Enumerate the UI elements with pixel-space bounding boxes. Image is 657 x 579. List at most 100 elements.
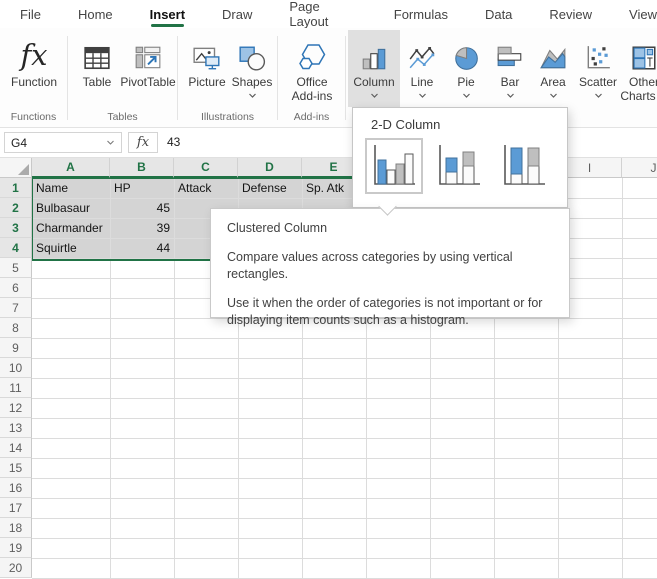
table-button[interactable]: Table <box>74 30 120 89</box>
gridline <box>32 418 657 419</box>
column-header-J[interactable]: J <box>622 158 657 178</box>
clustered-column-tooltip: Clustered Column Compare values across c… <box>210 208 570 327</box>
pie-chart-icon <box>452 30 480 72</box>
chevron-down-icon <box>594 93 602 98</box>
gridline <box>32 398 657 399</box>
table-icon <box>83 30 111 72</box>
line-chart-icon <box>408 30 436 72</box>
column-header-A[interactable]: A <box>32 158 110 178</box>
column-header-B[interactable]: B <box>110 158 174 178</box>
row-header-7[interactable]: 7 <box>0 298 32 318</box>
tooltip-line1: Compare values across categories by usin… <box>227 250 513 281</box>
ribbon-tab-bar: File Home Insert Draw Page Layout Formul… <box>0 0 657 29</box>
tab-page-layout[interactable]: Page Layout <box>289 0 356 29</box>
chevron-down-icon <box>462 93 470 98</box>
pivottable-icon <box>134 30 162 72</box>
scatter-chart-icon <box>584 30 612 72</box>
gridline <box>32 478 657 479</box>
tooltip-title: Clustered Column <box>227 221 328 235</box>
area-chart-icon <box>539 30 567 72</box>
name-box[interactable]: G4 <box>4 132 122 153</box>
row-header-20[interactable]: 20 <box>0 558 32 578</box>
group-label-addins: Add-ins <box>293 111 330 123</box>
row-header-4[interactable]: 4 <box>0 238 32 258</box>
row-header-15[interactable]: 15 <box>0 458 32 478</box>
row-header-1[interactable]: 1 <box>0 178 32 198</box>
office-addins-button[interactable]: Office Add-ins <box>282 30 342 103</box>
stacked-column-option[interactable] <box>430 138 488 194</box>
row-header-2[interactable]: 2 <box>0 198 32 218</box>
row-header-18[interactable]: 18 <box>0 518 32 538</box>
tab-view[interactable]: View <box>629 0 657 28</box>
gridline <box>32 498 657 499</box>
ribbon-group-addins: Office Add-ins Add-ins <box>278 28 345 127</box>
chevron-down-icon <box>549 93 557 98</box>
other-charts-icon <box>630 30 657 72</box>
row-header-10[interactable]: 10 <box>0 358 32 378</box>
shapes-icon <box>238 30 266 72</box>
dropdown-section-title: 2-D Column <box>371 117 441 132</box>
tab-file[interactable]: File <box>20 0 41 28</box>
stacked-100-column-icon <box>504 145 545 185</box>
scatter-chart-button[interactable]: Scatter <box>574 30 622 99</box>
chevron-down-icon <box>506 93 514 98</box>
group-label-tables: Tables <box>107 111 138 123</box>
excel-window: File Home Insert Draw Page Layout Formul… <box>0 0 657 579</box>
gridline <box>32 438 657 439</box>
bar-chart-button[interactable]: Bar <box>488 30 532 99</box>
row-header-19[interactable]: 19 <box>0 538 32 558</box>
tab-formulas[interactable]: Formulas <box>394 0 448 28</box>
area-chart-button[interactable]: Area <box>532 30 574 99</box>
function-button[interactable]: fx Function <box>8 30 60 89</box>
chevron-down-icon <box>418 93 426 98</box>
formula-input[interactable]: 43 <box>167 132 180 153</box>
bar-chart-icon <box>496 30 524 72</box>
other-charts-button[interactable]: Other Charts <box>620 30 657 103</box>
ribbon-group-tables: Table PivotTable Tables <box>68 28 177 127</box>
row-header-16[interactable]: 16 <box>0 478 32 498</box>
row-header-5[interactable]: 5 <box>0 258 32 278</box>
row-header-6[interactable]: 6 <box>0 278 32 298</box>
picture-button[interactable]: Picture <box>184 30 230 89</box>
ribbon-group-functions: fx Function Functions <box>0 28 67 127</box>
row-header-13[interactable]: 13 <box>0 418 32 438</box>
gridline <box>32 338 657 339</box>
chevron-down-icon <box>248 93 256 98</box>
group-label-illustrations: Illustrations <box>200 111 255 123</box>
picture-icon <box>192 30 222 72</box>
pivottable-button[interactable]: PivotTable <box>120 30 176 89</box>
row-header-14[interactable]: 14 <box>0 438 32 458</box>
gridline <box>32 518 657 519</box>
column-header-C[interactable]: C <box>174 158 238 178</box>
tab-draw[interactable]: Draw <box>222 0 252 28</box>
clustered-column-option[interactable] <box>365 138 423 194</box>
row-header-8[interactable]: 8 <box>0 318 32 338</box>
chevron-down-icon <box>107 140 114 145</box>
tab-data[interactable]: Data <box>485 0 512 28</box>
tab-review[interactable]: Review <box>549 0 592 28</box>
select-all-button[interactable] <box>0 158 32 178</box>
select-all-triangle-icon <box>18 164 29 175</box>
column-header-D[interactable]: D <box>238 158 302 178</box>
gridline <box>32 378 657 379</box>
tab-home[interactable]: Home <box>78 0 113 28</box>
gridline <box>32 458 657 459</box>
row-header-17[interactable]: 17 <box>0 498 32 518</box>
line-chart-button[interactable]: Line <box>400 30 444 99</box>
stacked-column-icon <box>439 145 480 185</box>
gridline <box>32 538 657 539</box>
tooltip-line2: Use it when the order of categories is n… <box>227 296 543 327</box>
pie-chart-button[interactable]: Pie <box>444 30 488 99</box>
stacked-100-column-option[interactable] <box>495 138 553 194</box>
row-header-11[interactable]: 11 <box>0 378 32 398</box>
tab-insert[interactable]: Insert <box>150 0 185 28</box>
shapes-button[interactable]: Shapes <box>230 30 274 99</box>
row-header-12[interactable]: 12 <box>0 398 32 418</box>
column-chart-button[interactable]: Column <box>348 30 400 107</box>
column-chart-dropdown: 2-D Column <box>352 107 568 208</box>
row-header-3[interactable]: 3 <box>0 218 32 238</box>
insert-function-button[interactable]: fx <box>128 132 158 153</box>
row-header-9[interactable]: 9 <box>0 338 32 358</box>
gridline <box>32 358 657 359</box>
ribbon-group-illustrations: Picture Shapes Illustrations <box>178 28 277 127</box>
